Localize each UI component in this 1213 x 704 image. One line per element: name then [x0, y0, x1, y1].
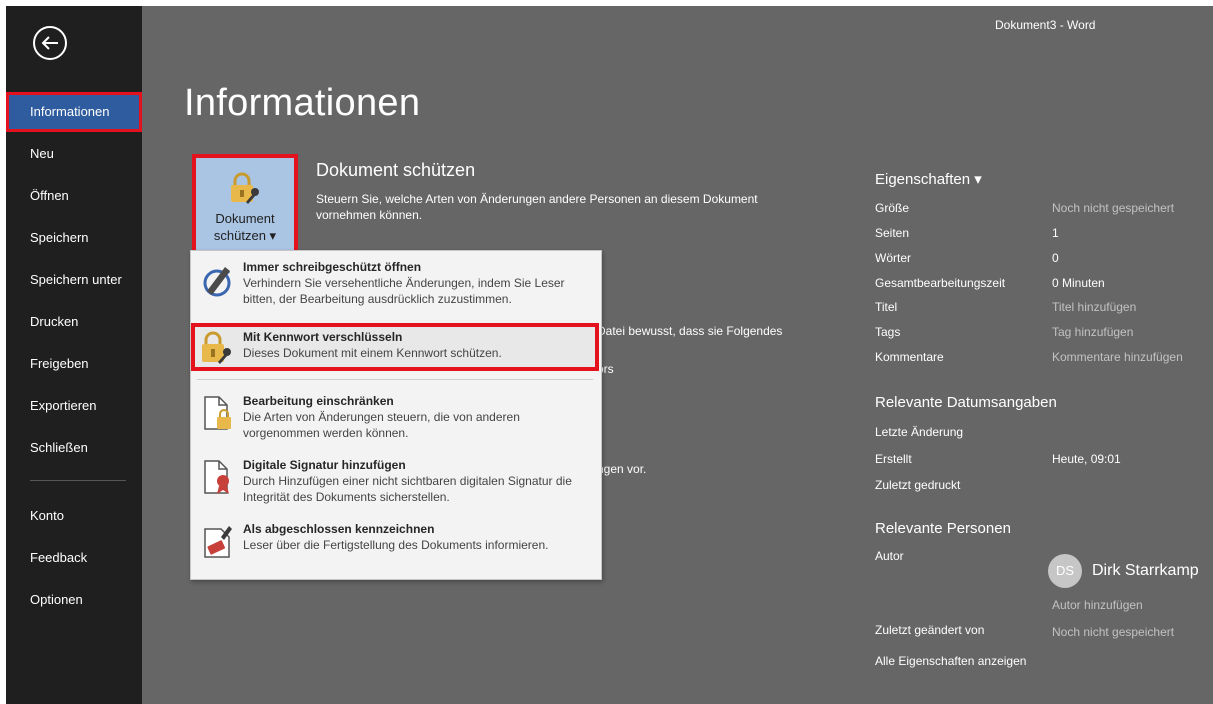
prop-edit-time-value: 0 Minuten [1052, 276, 1105, 290]
protect-dropdown-menu: Immer schreibgeschützt öffnen Verhindern… [190, 250, 602, 580]
menu-divider [197, 379, 593, 380]
menu-item-description: Leser über die Fertigstellung des Dokume… [243, 538, 549, 552]
prop-comments-input[interactable]: Kommentare hinzufügen [1052, 350, 1183, 364]
prop-tags-input[interactable]: Tag hinzufügen [1052, 325, 1133, 339]
protect-button-label-1: Dokument [215, 211, 275, 226]
author-label: Autor [875, 549, 904, 563]
nav-drucken[interactable]: Drucken [6, 302, 142, 342]
document-ribbon-icon [204, 460, 229, 494]
nav-konto[interactable]: Konto [6, 496, 142, 536]
date-created-value: Heute, 09:01 [1052, 452, 1121, 466]
show-all-properties-link[interactable]: Alle Eigenschaften anzeigen [875, 654, 1026, 668]
date-last-printed-label: Zuletzt gedruckt [875, 478, 961, 492]
prop-title-label: Titel [875, 300, 898, 314]
menu-item-title: Bearbeitung einschränken [243, 394, 394, 408]
nav-feedback[interactable]: Feedback [6, 538, 142, 578]
nav-oeffnen[interactable]: Öffnen [6, 176, 142, 216]
nav-exportieren[interactable]: Exportieren [6, 386, 142, 426]
lock-key-icon [202, 331, 231, 364]
menu-item-title: Digitale Signatur hinzufügen [243, 458, 406, 472]
prop-tags-label: Tags [875, 325, 901, 339]
prop-words-value: 0 [1052, 251, 1059, 265]
menu-item-digital-signature[interactable]: Digitale Signatur hinzufügen Durch Hinzu… [191, 451, 599, 513]
backstage-main: Dokument3 - Word Informationen Dokument … [142, 6, 1213, 704]
last-modified-by-value: Noch nicht gespeichert [1052, 625, 1175, 639]
lock-key-icon [231, 172, 259, 204]
prop-size-value: Noch nicht gespeichert [1052, 201, 1175, 215]
prop-pages-label: Seiten [875, 226, 910, 240]
prop-title-input[interactable]: Titel hinzufügen [1052, 300, 1136, 314]
prop-pages-value: 1 [1052, 226, 1059, 240]
menu-item-restrict-editing[interactable]: Bearbeitung einschränken Die Arten von Ä… [191, 387, 599, 445]
menu-item-encrypt-password[interactable]: Mit Kennwort verschlüsseln Dieses Dokume… [191, 323, 599, 371]
backstage-sidebar: Informationen Neu Öffnen Speichern Speic… [6, 6, 142, 704]
document-lock-icon [204, 396, 231, 430]
author-name[interactable]: Dirk Starrkamp [1092, 562, 1199, 580]
menu-item-description: Dieses Dokument mit einem Kennwort schüt… [243, 346, 502, 360]
add-author-link[interactable]: Autor hinzufügen [1052, 598, 1143, 612]
menu-item-mark-final[interactable]: Als abgeschlossen kennzeichnen Leser übe… [191, 515, 599, 573]
prop-edit-time-label: Gesamtbearbeitungszeit [875, 276, 1006, 290]
window-title: Dokument3 - Word [995, 18, 1096, 32]
people-header: Relevante Personen [875, 520, 1011, 537]
background-text: ngen vor. [597, 462, 647, 476]
nav-optionen[interactable]: Optionen [6, 580, 142, 620]
nav-informationen[interactable]: Informationen [6, 92, 142, 132]
background-text: Datei bewusst, dass sie Folgendes [597, 324, 783, 338]
protect-description: Steuern Sie, welche Arten von Änderungen… [316, 192, 758, 222]
protect-document-button[interactable]: Dokument schützen ▾ [192, 154, 298, 256]
avatar: DS [1048, 554, 1082, 588]
arrow-left-icon [41, 36, 58, 50]
date-created-label: Erstellt [875, 452, 912, 466]
dates-header: Relevante Datumsangaben [875, 394, 1057, 411]
back-button[interactable] [33, 26, 67, 60]
nav-schliessen[interactable]: Schließen [6, 428, 142, 468]
properties-header[interactable]: Eigenschaften ▾ [875, 170, 982, 188]
menu-item-title: Mit Kennwort verschlüsseln [243, 330, 403, 344]
nav-speichern-unter[interactable]: Speichern unter [6, 260, 142, 300]
menu-item-description: Die Arten von Änderungen steuern, die vo… [243, 410, 520, 440]
nav-freigeben[interactable]: Freigeben [6, 344, 142, 384]
last-modified-by-label: Zuletzt geändert von [875, 623, 985, 637]
nav-divider [30, 480, 126, 481]
prop-size-label: Größe [875, 201, 910, 215]
menu-item-description: Verhindern Sie versehentliche Änderungen… [243, 276, 565, 306]
date-last-modified-label: Letzte Änderung [875, 425, 964, 439]
menu-item-read-only[interactable]: Immer schreibgeschützt öffnen Verhindern… [191, 253, 599, 319]
prop-comments-label: Kommentare [875, 350, 944, 364]
nav-neu[interactable]: Neu [6, 134, 142, 174]
protect-button-label-2: schützen ▾ [213, 228, 277, 243]
prop-words-label: Wörter [875, 251, 911, 265]
protect-heading: Dokument schützen [316, 160, 476, 180]
menu-item-title: Immer schreibgeschützt öffnen [243, 260, 422, 274]
nav-speichern[interactable]: Speichern [6, 218, 142, 258]
document-stamp-icon [204, 526, 232, 558]
menu-item-description: Durch Hinzufügen einer nicht sichtbaren … [243, 474, 572, 504]
page-title: Informationen [184, 82, 421, 124]
menu-item-title: Als abgeschlossen kennzeichnen [243, 522, 435, 536]
pencil-icon [203, 267, 231, 297]
